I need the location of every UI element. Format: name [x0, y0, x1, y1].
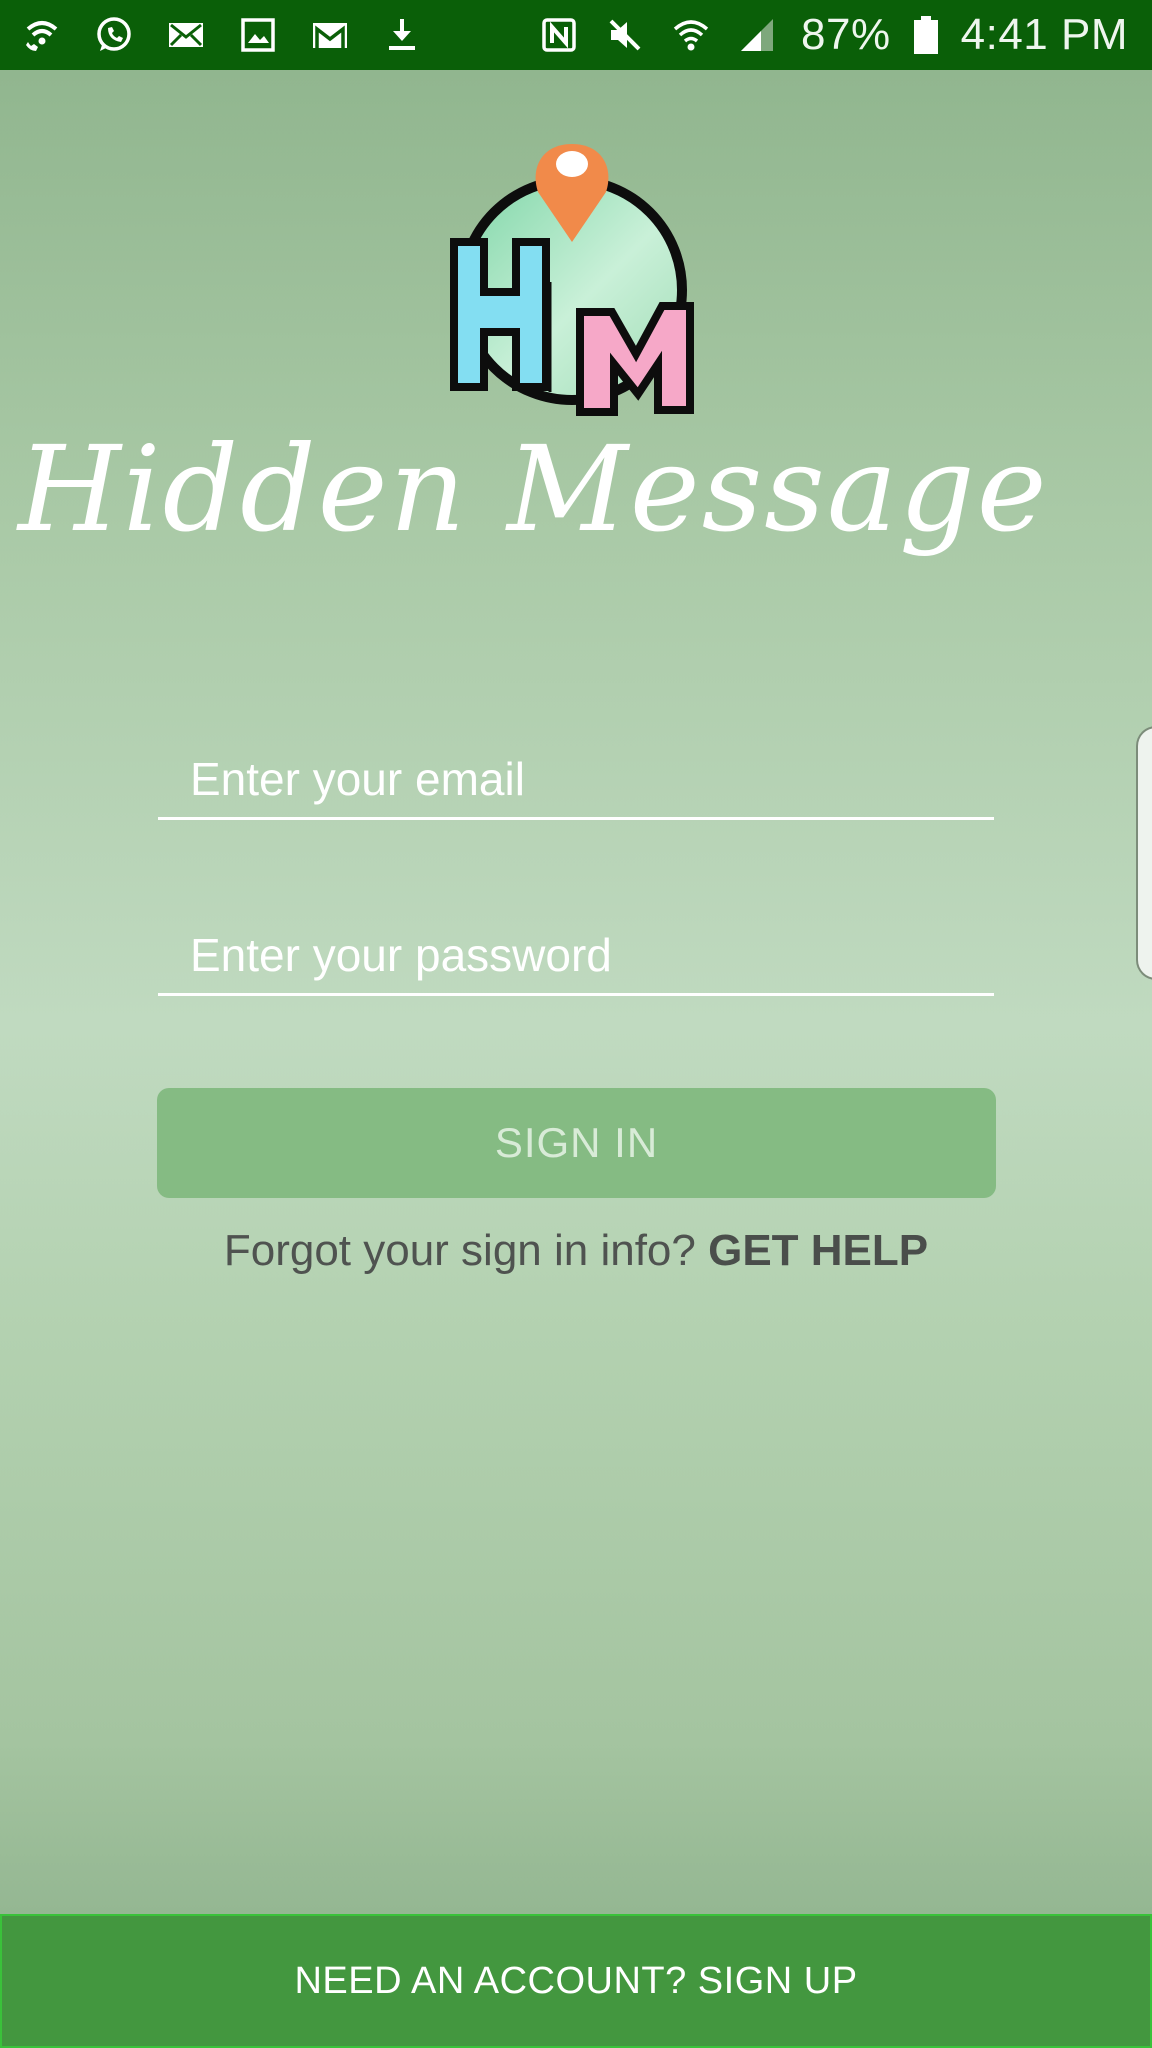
- signup-button[interactable]: NEED AN ACCOUNT? SIGN UP: [0, 1914, 1152, 2048]
- help-text: Forgot your sign in info?: [223, 1226, 709, 1275]
- mute-icon: [603, 13, 647, 57]
- email-field-container: [158, 740, 994, 820]
- edge-panel-handle[interactable]: [1136, 726, 1152, 980]
- mail-icon: [164, 13, 208, 57]
- nfc-icon: [537, 13, 581, 57]
- password-field[interactable]: [158, 916, 994, 993]
- battery-percent: 87%: [801, 10, 891, 59]
- app-title: Hidden Message: [18, 420, 1049, 558]
- status-bar-notifications: [20, 13, 424, 57]
- wifi-call-icon: [20, 13, 64, 57]
- wifi-icon: [669, 13, 713, 57]
- battery-icon: [913, 15, 939, 55]
- clock: 4:41 PM: [960, 10, 1128, 59]
- gmail-icon: [308, 13, 352, 57]
- email-field[interactable]: [158, 740, 994, 817]
- app-logo: [440, 132, 710, 422]
- status-bar: 87% 4:41 PM: [0, 0, 1152, 70]
- status-bar-system: 87% 4:41 PM: [537, 10, 1128, 60]
- signin-button[interactable]: SIGN IN: [157, 1088, 996, 1198]
- help-row: Forgot your sign in info? GET HELP: [0, 1226, 1152, 1276]
- signal-icon: [735, 13, 779, 57]
- hm-logo-icon: [450, 144, 694, 416]
- image-icon: [236, 13, 280, 57]
- get-help-link[interactable]: GET HELP: [708, 1226, 928, 1275]
- whatsapp-icon: [92, 13, 136, 57]
- download-icon: [380, 13, 424, 57]
- password-field-container: [158, 916, 994, 996]
